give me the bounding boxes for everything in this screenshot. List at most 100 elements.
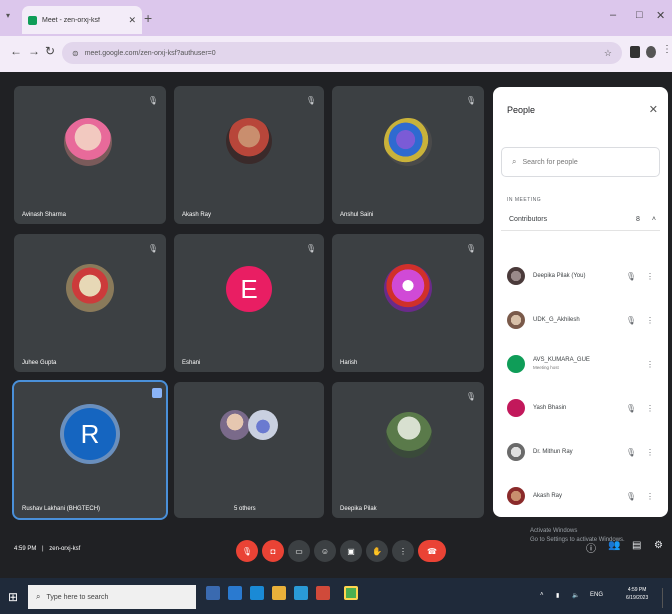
panel-title: People — [507, 105, 536, 115]
more-options-icon[interactable]: ⋮ — [646, 272, 654, 281]
volume-icon[interactable]: 🔈 — [572, 592, 579, 599]
participant-row[interactable]: Yash Bhasin 🎙 ⋮ — [501, 391, 660, 425]
store-icon[interactable] — [294, 586, 308, 600]
people-icon[interactable]: 👥 — [608, 540, 620, 551]
windows-app-icon[interactable] — [250, 586, 264, 600]
mail-icon[interactable] — [316, 586, 330, 600]
section-label: IN MEETING — [507, 197, 542, 203]
mic-off-button[interactable]: 🎙 — [236, 540, 258, 562]
chevron-up-icon[interactable]: ˄ — [652, 216, 656, 223]
participant-tile[interactable]: 🎙 Avinash Sharma — [14, 86, 166, 224]
reload-icon[interactable]: ↻ — [45, 44, 55, 58]
task-view-icon[interactable] — [206, 586, 220, 600]
back-icon[interactable]: ← — [10, 44, 22, 58]
participant-name: Dr. Mithun Ray — [533, 448, 573, 455]
network-icon[interactable]: ▮ — [556, 592, 559, 599]
participant-row[interactable]: AVS_KUMARA_GUE Meeting host ⋮ — [501, 347, 660, 381]
address-bar[interactable]: ⊜ meet.google.com/zen-orxj-ksf?authuser=… — [62, 42, 622, 64]
muted-mic-icon: 🎙 — [465, 392, 476, 401]
keyboard-language[interactable]: ENG — [590, 592, 603, 598]
minimize-icon[interactable]: – — [610, 9, 616, 21]
more-options-icon[interactable]: ⋮ — [646, 448, 654, 457]
participant-tile[interactable]: 🎙 Akash Ray — [174, 86, 324, 224]
browser-menu-icon[interactable]: ⋮ — [662, 44, 672, 55]
more-options-icon[interactable]: ⋮ — [646, 492, 654, 501]
raise-hand-button[interactable]: ✋ — [366, 540, 388, 562]
bookmark-star-icon[interactable]: ☆ — [604, 48, 612, 59]
windows-start-icon[interactable]: ⊞ — [8, 590, 18, 604]
close-window-icon[interactable]: ✕ — [656, 9, 665, 22]
participant-avatar — [507, 487, 525, 505]
participant-avatar — [507, 355, 525, 373]
participant-name: Deepika Pilak — [340, 506, 377, 512]
close-icon[interactable]: ✕ — [649, 103, 658, 116]
participant-row[interactable]: Deepika Pilak (You) 🎙 ⋮ — [501, 259, 660, 293]
participant-row[interactable]: UDK_G_Akhilesh 🎙 ⋮ — [501, 303, 660, 337]
edge-icon[interactable] — [228, 586, 242, 600]
taskbar-search-placeholder: Type here to search — [46, 593, 109, 601]
close-tab-icon[interactable]: ✕ — [128, 15, 136, 26]
captions-button[interactable]: ▭ — [288, 540, 310, 562]
participant-name: Rushav Lakhani (BHGTECH) — [22, 506, 101, 512]
participant-photo — [220, 410, 250, 440]
present-screen-button[interactable]: ▣ — [340, 540, 362, 562]
people-search-input[interactable]: ⌕ Search for people — [501, 147, 660, 177]
clock-date: 6/19/2023 — [626, 595, 649, 601]
participant-row[interactable]: Dr. Mithun Ray 🎙 ⋮ — [501, 435, 660, 469]
camera-off-button[interactable]: ◘ — [262, 540, 284, 562]
activities-icon[interactable]: ⚙ — [654, 540, 663, 551]
meeting-time: 4:59 PM — [14, 546, 37, 552]
participant-name: Harish — [340, 360, 358, 366]
participant-avatar — [507, 267, 525, 285]
participant-avatar — [507, 443, 525, 461]
muted-mic-icon: 🎙 — [625, 447, 636, 457]
pin-icon[interactable] — [152, 388, 162, 398]
show-desktop-button[interactable] — [662, 588, 668, 608]
taskbar-clock[interactable]: 4:59 PM 6/19/2023 — [626, 586, 648, 602]
more-options-icon[interactable]: ⋮ — [646, 360, 654, 369]
leave-call-button[interactable]: ☎ — [418, 540, 446, 562]
more-options-icon[interactable]: ⋮ — [646, 316, 654, 325]
muted-mic-icon: 🎙 — [625, 403, 636, 413]
muted-mic-icon: 🎙 — [465, 96, 476, 105]
participant-tile[interactable]: E 🎙 Eshani — [174, 234, 324, 372]
new-tab-icon[interactable]: + — [144, 10, 152, 26]
participant-name: Avinash Sharma — [22, 212, 66, 218]
chat-icon[interactable]: ▤ — [632, 540, 641, 551]
info-icon[interactable]: ⓘ — [586, 540, 596, 555]
maximize-icon[interactable]: □ — [636, 9, 643, 21]
participant-tile[interactable]: 🎙 Harish — [332, 234, 484, 372]
tab-menu-icon[interactable]: ▾ — [6, 11, 10, 20]
participant-row[interactable]: Akash Ray 🎙 ⋮ — [501, 479, 660, 513]
participant-name: AVS_KUMARA_GUE — [533, 357, 590, 363]
url-text: meet.google.com/zen-orxj-ksf?authuser=0 — [84, 49, 216, 57]
taskbar-search-input[interactable]: ⌕ Type here to search — [28, 585, 196, 609]
participant-photo — [66, 264, 114, 312]
more-options-button[interactable]: ⋮ — [392, 540, 414, 562]
participant-name-block: AVS_KUMARA_GUE Meeting host — [533, 357, 636, 371]
profile-avatar[interactable] — [646, 46, 656, 58]
extension-icon[interactable] — [630, 46, 640, 58]
site-info-icon[interactable]: ⊜ — [72, 49, 79, 58]
browser-tab[interactable]: Meet - zen-orxj-ksf ✕ — [22, 6, 142, 34]
chrome-icon[interactable] — [344, 586, 358, 600]
participant-tile-pinned[interactable]: R Rushav Lakhani (BHGTECH) — [12, 380, 168, 520]
search-placeholder: Search for people — [522, 158, 578, 166]
others-tile[interactable]: 5 others — [174, 382, 324, 518]
participant-tile[interactable]: 🎙 Deepika Pilak — [332, 382, 484, 518]
participant-name: Deepika Pilak (You) — [533, 272, 586, 279]
participant-name: UDK_G_Akhilesh — [533, 316, 580, 323]
file-explorer-icon[interactable] — [272, 586, 286, 600]
more-options-icon[interactable]: ⋮ — [646, 404, 654, 413]
group-label: Contributors — [509, 216, 548, 223]
muted-mic-icon: 🎙 — [147, 96, 158, 105]
clock-time: 4:59 PM — [627, 587, 647, 593]
emoji-reaction-button[interactable]: ☺ — [314, 540, 336, 562]
participant-name: Juhee Gupta — [22, 360, 57, 366]
participant-tile[interactable]: 🎙 Juhee Gupta — [14, 234, 166, 372]
forward-icon[interactable]: → — [28, 44, 40, 58]
participant-letter-avatar: R — [64, 408, 116, 460]
participant-tile[interactable]: 🎙 Anshul Saini — [332, 86, 484, 224]
tray-up-arrow-icon[interactable]: ˄ — [540, 592, 544, 598]
contributors-group[interactable]: Contributors 8 ˄ — [501, 209, 660, 231]
